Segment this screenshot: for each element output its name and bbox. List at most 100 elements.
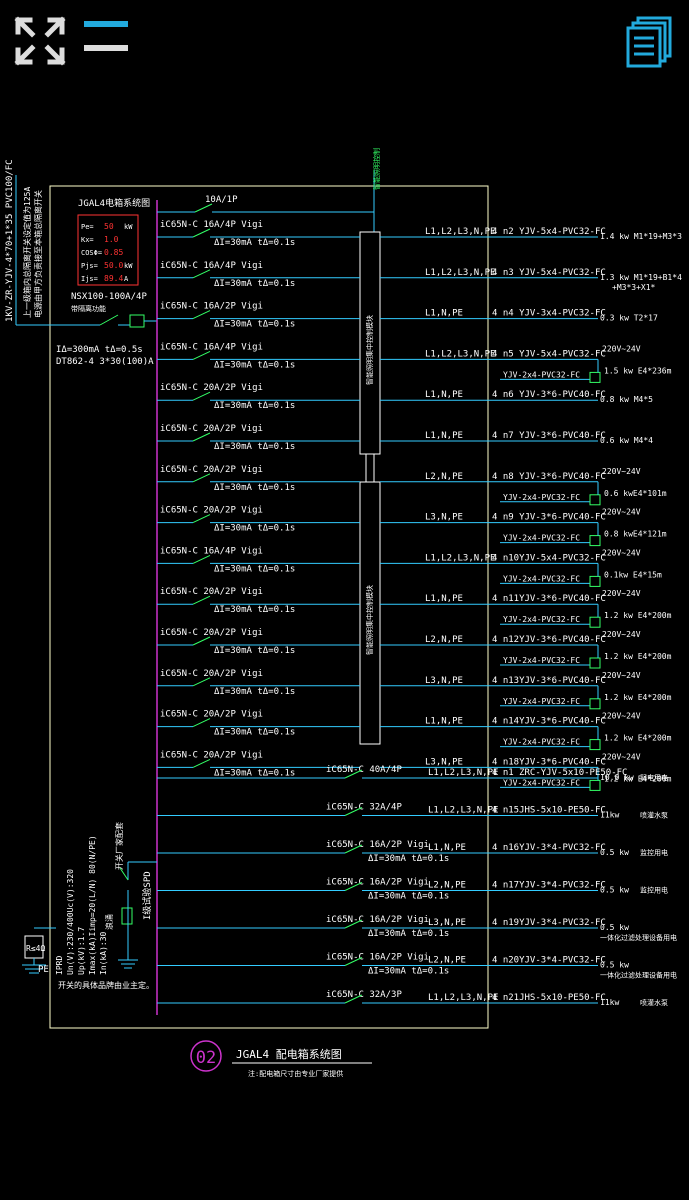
power-breaker-label: iC65N-C 16A/2P Vigi [326, 953, 429, 963]
circuit-load: 1.2 kw E4*200m [604, 652, 672, 661]
circuit-subcable: YJV-2x4-PVC32-FC [503, 778, 580, 787]
circuit-phase: L2,N,PE [425, 472, 463, 482]
circuit-cable: 4 n2 YJV-5x4-PVC32-FC [492, 227, 606, 237]
power-load-desc: 监控用电 [640, 886, 668, 895]
meter-symbol [129, 314, 145, 328]
transformer-label: 220V~24V [602, 630, 641, 639]
circuit-breaker-label: iC65N-C 16A/4P Vigi [160, 546, 263, 556]
circuit-load: 1.5 kw E4*236m [604, 366, 672, 375]
circuit-row: iC65N-C 16A/4P Vigi ΔI=30mA tΔ=0.1s L1,L2,… [157, 342, 672, 383]
power-load: 10.0 kw [600, 773, 634, 782]
circuit-cable: 4 n6 YJV-3*6-PVC40-FC [492, 390, 606, 400]
power-load: 0.5 kw [600, 886, 629, 895]
power-circuit-row: iC65N-C 16A/2P Vigi ΔI=30mA tΔ=0.1sL1,N,P… [157, 840, 668, 864]
circuit-rcd-label: ΔI=30mA tΔ=0.1s [214, 564, 295, 574]
circuit-cable: 4 n11YJV-3*6-PVC40-FC [492, 594, 606, 604]
transformer-label: 220V~24V [602, 548, 641, 557]
circuit-load: 1.4 kw M1*19+M3*3 [600, 232, 682, 241]
drawing-number: 02 [196, 1048, 216, 1068]
circuit-cable: 4 n14YJV-3*6-PVC40-FC [492, 717, 606, 727]
circuit-phase: L1,L2,L3,N,PE [425, 268, 495, 278]
circuit-rcd-label: ΔI=30mA tΔ=0.1s [214, 320, 295, 330]
spd-symbol [121, 907, 133, 925]
circuit-breaker-label: iC65N-C 20A/2P Vigi [160, 465, 263, 475]
circuit-load: 0.1kw E4*15m [604, 570, 662, 579]
power-load-desc: 监控用电 [640, 848, 668, 857]
circuit-load-extra: +M3*3+X1* [612, 283, 656, 292]
circuit-cable: 4 n4 YJV-3x4-PVC32-FC [492, 309, 606, 319]
power-phase: L1,L2,L3,N,PE [428, 768, 498, 778]
circuit-subcable: YJV-2x4-PVC32-FC [503, 738, 580, 747]
transformer-label: 220V~24V [602, 671, 641, 680]
drawing-title: JGAL4 配电箱系统图 [236, 1047, 342, 1061]
meter-label: DT862-4 3*30(100)A [56, 357, 154, 367]
spd-spec-line: Up(kV):1.7 [77, 927, 86, 975]
circuit-rcd-label: ΔI=30mA tΔ=0.1s [214, 687, 295, 697]
distribution-box-schematic: 1KV-ZR-YJV-4*70+1*35 PVC100/FC 上一级箱内总隔离开… [5, 148, 682, 1078]
circuit-phase: L3,N,PE [425, 757, 463, 767]
circuit-rcd-label: ΔI=30mA tΔ=0.1s [214, 605, 295, 615]
circuit-row: iC65N-C 20A/2P Vigi ΔI=30mA tΔ=0.1s L1,N,P… [157, 383, 653, 411]
control-module-upper-label: 智能照明集中控制模块 [365, 315, 374, 385]
power-circuits: iC65N-C 40A/4P L1,L2,L3,N,PE4 n1 ZRC-YJV-… [157, 765, 677, 1007]
circuit-subcable: YJV-2x4-PVC32-FC [503, 697, 580, 706]
power-load: 11kw [600, 998, 619, 1007]
power-load-desc: 弱电用电 [640, 773, 668, 782]
transformer-symbol [589, 575, 601, 587]
pe-label: PE [38, 965, 49, 975]
power-load-desc: 喷灌水泵 [640, 811, 668, 820]
param-key: Kx= [81, 236, 94, 244]
param-key: COSΦ= [81, 249, 102, 257]
power-breaker-label: iC65N-C 16A/2P Vigi [326, 915, 429, 925]
transformer-symbol [589, 371, 601, 383]
power-load-desc: 一体化过滤处理设备用电 [600, 971, 677, 980]
circuit-load: 0.8 kw M4*5 [600, 395, 653, 404]
transformer-label: 220V~24V [602, 344, 641, 353]
spd-section: IPRD Un(V):230/400Uc(V):320 Up(kV):1.7 Ima… [22, 822, 157, 990]
power-cable: 4 n17YJV-3*4-PVC32-FC [492, 881, 606, 891]
circuit-breaker-label: iC65N-C 20A/2P Vigi [160, 506, 263, 516]
circuit-phase: L2,N,PE [425, 635, 463, 645]
lighting-circuits: iC65N-C 16A/4P Vigi ΔI=30mA tΔ=0.1s L1,L2,… [157, 220, 682, 791]
circuit-row: iC65N-C 20A/2P Vigi ΔI=30mA tΔ=0.1s L3,N,P… [157, 669, 672, 710]
circuit-row: iC65N-C 16A/4P Vigi ΔI=30mA tΔ=0.1s L1,L2,… [157, 220, 682, 248]
circuit-load: 0.6 kw M4*4 [600, 436, 653, 445]
param-value: 50.0 [104, 261, 123, 270]
power-cable: 4 n20YJV-3*4-PVC32-FC [492, 956, 606, 966]
power-rcd-label: ΔI=30mA tΔ=0.1s [368, 967, 449, 977]
param-key: Ijs= [81, 275, 98, 283]
circuit-phase: L1,L2,L3,N,PE [425, 553, 495, 563]
param-value: 0.85 [104, 248, 123, 257]
circuit-rcd-label: ΔI=30mA tΔ=0.1s [214, 646, 295, 656]
circuit-phase: L1,N,PE [425, 431, 463, 441]
power-load: 0.5 kw [600, 848, 629, 857]
power-circuit-row: iC65N-C 32A/4P L1,L2,L3,N,PE4 n15JHS-5x10… [157, 803, 668, 820]
transformer-symbol [589, 779, 601, 791]
spd-type-note: 浪涌 [104, 914, 114, 930]
circuit-phase: L1,N,PE [425, 390, 463, 400]
circuit-breaker-label: iC65N-C 20A/2P Vigi [160, 750, 263, 760]
circuit-row: iC65N-C 20A/2P Vigi ΔI=30mA tΔ=0.1s L1,N,P… [157, 710, 672, 751]
incoming-note-2: 电源由甲方负责接至本箱总隔离开关 [33, 190, 43, 318]
power-cable: 4 n15JHS-5x10-PE50-FC [492, 806, 606, 816]
circuit-load: 1.3 kw M1*19+B1*4 [600, 273, 682, 282]
circuit-load: 1.2 kw E4*200m [604, 693, 672, 702]
spd-label: I级试验SPD [141, 871, 153, 920]
circuit-rcd-label: ΔI=30mA tΔ=0.1s [214, 401, 295, 411]
circuit-cable: 4 n5 YJV-5x4-PVC32-FC [492, 349, 606, 359]
transformer-symbol [589, 657, 601, 669]
power-load: 0.5 kw [600, 923, 629, 932]
power-circuit-row: iC65N-C 16A/2P Vigi ΔI=30mA tΔ=0.1sL3,N,P… [157, 915, 677, 942]
power-rcd-label: ΔI=30mA tΔ=0.1s [368, 929, 449, 939]
power-load: 0.5 kw [600, 961, 629, 970]
power-cable: 4 n16YJV-3*4-PVC32-FC [492, 843, 606, 853]
circuit-row: iC65N-C 20A/2P Vigi ΔI=30mA tΔ=0.1s L2,N,P… [157, 628, 672, 669]
power-circuit-row: iC65N-C 16A/2P Vigi ΔI=30mA tΔ=0.1sL2,N,P… [157, 878, 668, 902]
power-phase: L1,L2,L3,N,PE [428, 993, 498, 1003]
circuit-phase: L1,N,PE [425, 717, 463, 727]
circuit-rcd-label: ΔI=30mA tΔ=0.1s [214, 360, 295, 370]
circuit-rcd-label: ΔI=30mA tΔ=0.1s [214, 524, 295, 534]
power-phase: L2,N,PE [428, 881, 466, 891]
transformer-label: 220V~24V [602, 467, 641, 476]
circuit-cable: 4 n3 YJV-5x4-PVC32-FC [492, 268, 606, 278]
